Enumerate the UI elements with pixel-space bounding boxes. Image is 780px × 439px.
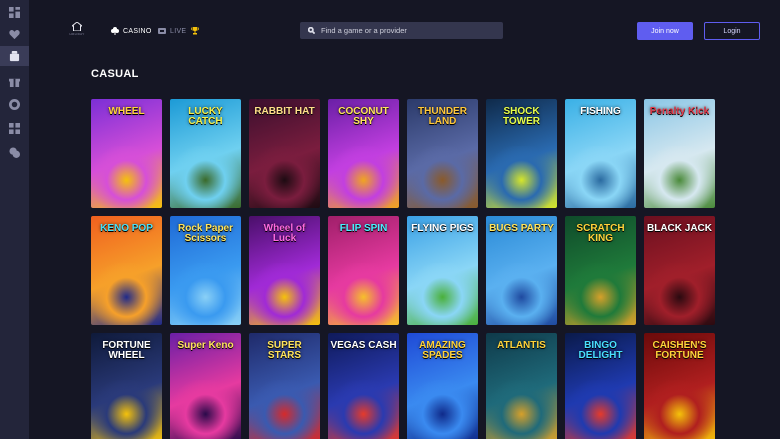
game-title: BINGO DELIGHT bbox=[578, 340, 623, 361]
nav-live-label: LIVE bbox=[170, 27, 187, 35]
game-title: VEGAS CASH bbox=[330, 340, 397, 351]
game-artwork bbox=[328, 380, 399, 439]
section-title: CASUAL bbox=[91, 68, 139, 80]
game-artwork bbox=[328, 146, 399, 208]
search-input[interactable] bbox=[321, 26, 491, 35]
house-logo-icon bbox=[72, 22, 82, 31]
game-title: AMAZING SPADES bbox=[419, 340, 466, 361]
game-artwork bbox=[486, 146, 557, 208]
game-title: SHOCK TOWER bbox=[502, 106, 541, 127]
game-tile[interactable]: SCRATCH KING bbox=[565, 216, 636, 325]
trophy-icon bbox=[191, 27, 199, 35]
game-artwork bbox=[249, 380, 320, 439]
game-title: Penalty Kick bbox=[649, 106, 710, 117]
game-tile[interactable]: BUGS PARTY bbox=[486, 216, 557, 325]
game-title: FISHING bbox=[580, 106, 621, 117]
game-artwork bbox=[486, 380, 557, 439]
game-title: SUPER STARS bbox=[267, 340, 302, 361]
game-title: BUGS PARTY bbox=[489, 223, 554, 234]
game-tile[interactable]: THUNDER LAND bbox=[407, 99, 478, 208]
game-artwork bbox=[407, 146, 478, 208]
game-artwork bbox=[407, 380, 478, 439]
game-tile[interactable]: ATLANTIS bbox=[486, 333, 557, 439]
game-artwork bbox=[565, 263, 636, 325]
game-title: FLIP SPIN bbox=[339, 223, 388, 234]
game-title: FORTUNE WHEEL bbox=[102, 340, 151, 361]
game-title: KENO POP bbox=[100, 223, 153, 234]
game-tile[interactable]: Wheel of Luck bbox=[249, 216, 320, 325]
game-artwork bbox=[91, 146, 162, 208]
game-title: BLACK JACK bbox=[647, 223, 712, 234]
game-tile[interactable]: BINGO DELIGHT bbox=[565, 333, 636, 439]
logo[interactable]: HOLIDAY bbox=[67, 22, 87, 38]
game-title: COCONUT SHY bbox=[338, 106, 389, 127]
nav-trophy[interactable] bbox=[191, 26, 199, 36]
join-now-button[interactable]: Join now bbox=[637, 22, 693, 40]
game-grid: WHEEL LUCKY CATCH RABBIT HAT COCONUT SHY THU… bbox=[91, 99, 715, 439]
game-artwork bbox=[644, 380, 715, 439]
nav-casino-label: CASINO bbox=[123, 27, 152, 35]
game-artwork bbox=[170, 263, 241, 325]
game-tile[interactable]: FLYING PIGS bbox=[407, 216, 478, 325]
game-tile[interactable]: RABBIT HAT bbox=[249, 99, 320, 208]
game-tile[interactable]: FISHING bbox=[565, 99, 636, 208]
game-tile[interactable]: VEGAS CASH bbox=[328, 333, 399, 439]
casino-icon[interactable] bbox=[0, 46, 29, 66]
game-title: LUCKY CATCH bbox=[188, 106, 223, 127]
game-tile[interactable]: WHEEL bbox=[91, 99, 162, 208]
top-bar: HOLIDAY CASINO LIVE Join now Login bbox=[29, 0, 780, 62]
logo-text: HOLIDAY bbox=[69, 32, 85, 36]
cards-icon bbox=[111, 27, 119, 35]
grid-icon[interactable] bbox=[8, 122, 20, 134]
game-tile[interactable]: FLIP SPIN bbox=[328, 216, 399, 325]
game-tile[interactable]: CAISHEN'S FORTUNE bbox=[644, 333, 715, 439]
game-artwork bbox=[644, 263, 715, 325]
login-button[interactable]: Login bbox=[704, 22, 760, 40]
game-title: Super Keno bbox=[177, 340, 234, 351]
game-title: Wheel of Luck bbox=[263, 223, 306, 244]
game-tile[interactable]: Penalty Kick bbox=[644, 99, 715, 208]
game-title: RABBIT HAT bbox=[254, 106, 315, 117]
game-title: ATLANTIS bbox=[497, 340, 546, 351]
nav-live[interactable]: LIVE bbox=[158, 26, 186, 36]
game-title: THUNDER LAND bbox=[418, 106, 467, 127]
game-artwork bbox=[170, 380, 241, 439]
search-bar[interactable] bbox=[300, 22, 503, 39]
game-artwork bbox=[565, 146, 636, 208]
game-title: Rock Paper Scissors bbox=[177, 223, 234, 244]
game-tile[interactable]: SHOCK TOWER bbox=[486, 99, 557, 208]
game-tile[interactable]: Rock Paper Scissors bbox=[170, 216, 241, 325]
sidebar bbox=[0, 0, 29, 439]
game-artwork bbox=[249, 263, 320, 325]
game-artwork bbox=[91, 380, 162, 439]
game-artwork bbox=[170, 146, 241, 208]
game-title: WHEEL bbox=[108, 106, 145, 117]
chip-icon[interactable] bbox=[8, 98, 20, 110]
live-icon bbox=[158, 28, 166, 34]
game-title: SCRATCH KING bbox=[576, 223, 625, 244]
game-artwork bbox=[328, 263, 399, 325]
game-tile[interactable]: FORTUNE WHEEL bbox=[91, 333, 162, 439]
gift-icon[interactable] bbox=[8, 75, 20, 87]
game-title: CAISHEN'S FORTUNE bbox=[652, 340, 707, 361]
game-artwork bbox=[249, 146, 320, 208]
game-tile[interactable]: AMAZING SPADES bbox=[407, 333, 478, 439]
game-artwork bbox=[486, 263, 557, 325]
search-icon bbox=[308, 27, 315, 34]
game-tile[interactable]: LUCKY CATCH bbox=[170, 99, 241, 208]
game-tile[interactable]: KENO POP bbox=[91, 216, 162, 325]
game-title: FLYING PIGS bbox=[411, 223, 474, 234]
game-tile[interactable]: COCONUT SHY bbox=[328, 99, 399, 208]
dashboard-icon[interactable] bbox=[8, 6, 20, 18]
game-artwork bbox=[407, 263, 478, 325]
game-artwork bbox=[644, 146, 715, 208]
nav-casino[interactable]: CASINO bbox=[111, 26, 152, 36]
game-artwork bbox=[91, 263, 162, 325]
game-artwork bbox=[565, 380, 636, 439]
heart-icon[interactable] bbox=[8, 28, 20, 40]
game-tile[interactable]: BLACK JACK bbox=[644, 216, 715, 325]
chat-icon[interactable] bbox=[8, 146, 20, 158]
game-tile[interactable]: Super Keno bbox=[170, 333, 241, 439]
game-tile[interactable]: SUPER STARS bbox=[249, 333, 320, 439]
